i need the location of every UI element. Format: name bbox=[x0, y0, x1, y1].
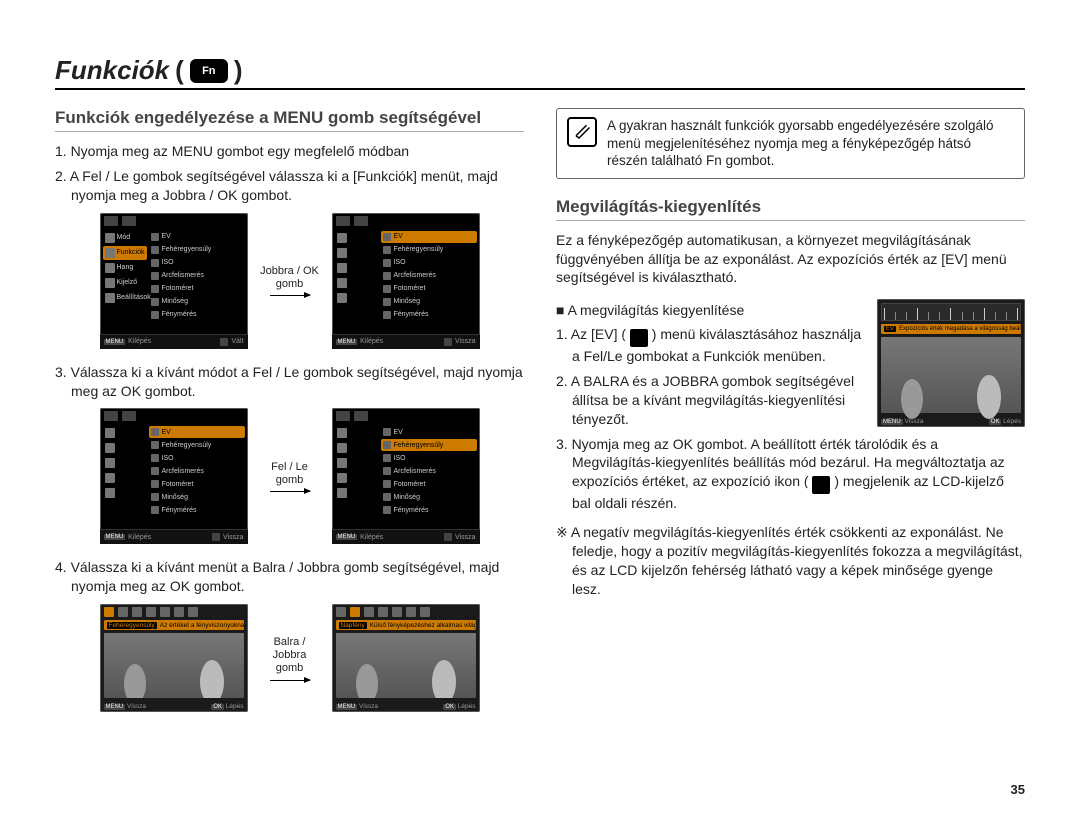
lcd-ev: EVExpozíciós érték megadása a világosság… bbox=[877, 299, 1025, 427]
step-2: 2. A Fel / Le gombok segítségével válass… bbox=[55, 167, 524, 205]
arrow-2: Fel / Le gomb bbox=[258, 461, 322, 492]
ev-intro: Ez a fényképezőgép automatikusan, a körn… bbox=[556, 231, 1025, 288]
lcd-photo-a: FehéregyensúlyAz értéket a fényviszonyok… bbox=[100, 604, 248, 712]
screens-row-1: Mód Funkciók Hang Kijelző Beállítások EV… bbox=[55, 213, 524, 349]
arrow-1: Jobbra / OK gomb bbox=[258, 265, 322, 296]
lcd-menu-a: Mód Funkciók Hang Kijelző Beállítások EV… bbox=[100, 213, 248, 349]
lcd-menu-d: EV Fehéregyensúly ISO Arcfelismerés Foto… bbox=[332, 408, 480, 544]
tip-text: A gyakran használt funkciók gyorsabb eng… bbox=[607, 117, 1014, 170]
arrow-3: Balra / Jobbra gomb bbox=[258, 636, 322, 681]
camera-fn-icon: Fn bbox=[190, 59, 228, 83]
screens-row-2: EV Fehéregyensúly ISO Arcfelismerés Foto… bbox=[55, 408, 524, 544]
paren-open: ( bbox=[175, 55, 184, 86]
ev-plusminus-icon-2: ± bbox=[812, 476, 830, 494]
left-column: Funkciók engedélyezése a MENU gomb segít… bbox=[55, 108, 524, 726]
note-icon bbox=[567, 117, 597, 147]
lcd-photo-b: NapfényKülső fényképezéshez alkalmas vil… bbox=[332, 604, 480, 712]
ev-step-3: 3. Nyomja meg az OK gombot. A beállított… bbox=[556, 435, 1025, 514]
lcd-menu-b: EV Fehéregyensúly ISO Arcfelismerés Foto… bbox=[332, 213, 480, 349]
page-title: Funkciók bbox=[55, 55, 169, 86]
lcd-menu-c: EV Fehéregyensúly ISO Arcfelismerés Foto… bbox=[100, 408, 248, 544]
page-title-row: Funkciók ( Fn ) bbox=[55, 55, 1025, 90]
right-column: A gyakran használt funkciók gyorsabb eng… bbox=[556, 108, 1025, 726]
ev-plusminus-icon: ± bbox=[630, 329, 648, 347]
page-number: 35 bbox=[1011, 782, 1025, 797]
step-3: 3. Válassza ki a kívánt módot a Fel / Le… bbox=[55, 363, 524, 401]
paren-close: ) bbox=[234, 55, 243, 86]
ev-note: ※ A negatív megvilágítás-kiegyenlítés ér… bbox=[556, 523, 1025, 599]
step-4: 4. Válassza ki a kívánt menüt a Balra / … bbox=[55, 558, 524, 596]
right-subtitle: Megvilágítás-kiegyenlítés bbox=[556, 197, 1025, 221]
step-1: 1. Nyomja meg az MENU gombot egy megfele… bbox=[55, 142, 524, 161]
screens-row-3: FehéregyensúlyAz értéket a fényviszonyok… bbox=[55, 604, 524, 712]
tip-box: A gyakran használt funkciók gyorsabb eng… bbox=[556, 108, 1025, 179]
left-subtitle: Funkciók engedélyezése a MENU gomb segít… bbox=[55, 108, 524, 132]
